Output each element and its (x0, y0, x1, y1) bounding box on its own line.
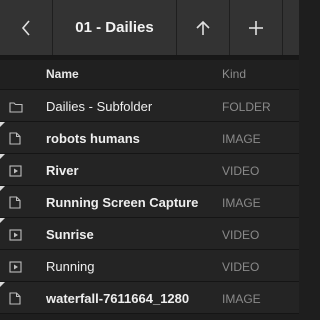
item-kind: FOLDER (222, 100, 271, 114)
column-name-header[interactable]: Name (46, 67, 79, 81)
list-item[interactable]: Sunrise VIDEO (0, 218, 299, 250)
corner-marker (0, 154, 5, 159)
image-file-icon (9, 292, 23, 305)
back-button[interactable] (0, 0, 53, 55)
corner-marker (0, 122, 5, 127)
more-button[interactable] (283, 0, 299, 55)
corner-marker (0, 186, 5, 191)
video-file-icon (9, 260, 23, 273)
video-file-icon (9, 228, 23, 241)
plus-icon (249, 20, 263, 35)
arrow-up-icon (196, 20, 210, 35)
item-name: Sunrise (46, 227, 94, 242)
item-kind: VIDEO (222, 228, 260, 242)
item-name: Dailies - Subfolder (46, 99, 153, 114)
sort-up-button[interactable] (177, 0, 230, 55)
file-list: Dailies - Subfolder FOLDER robots humans IM… (0, 90, 299, 314)
list-item[interactable]: River VIDEO (0, 154, 299, 186)
list-item[interactable]: waterfall-7611664_1280 IMAGE (0, 282, 299, 314)
column-kind-header[interactable]: Kind (222, 67, 246, 81)
list-item[interactable]: Dailies - Subfolder FOLDER (0, 90, 299, 122)
item-kind: IMAGE (222, 196, 261, 210)
item-name: Running Screen Capture (46, 195, 199, 210)
corner-marker (0, 218, 5, 223)
folder-title: 01 - Dailies (53, 0, 177, 55)
folder-icon (9, 100, 23, 113)
item-name: River (46, 163, 79, 178)
item-kind: IMAGE (222, 132, 261, 146)
list-item[interactable]: Running Screen Capture IMAGE (0, 186, 299, 218)
item-name: robots humans (46, 131, 140, 146)
list-item[interactable]: Running VIDEO (0, 250, 299, 282)
item-kind: VIDEO (222, 260, 260, 274)
add-button[interactable] (230, 0, 283, 55)
column-header: Name Kind (0, 60, 299, 90)
list-item[interactable]: robots humans IMAGE (0, 122, 299, 154)
item-kind: VIDEO (222, 164, 260, 178)
chevron-left-icon (21, 19, 30, 36)
item-name: waterfall-7611664_1280 (46, 291, 190, 306)
item-name: Running (46, 259, 95, 274)
top-toolbar: 01 - Dailies (0, 0, 299, 56)
video-file-icon (9, 164, 23, 177)
image-file-icon (9, 196, 23, 209)
image-file-icon (9, 132, 23, 145)
corner-marker (0, 282, 5, 287)
item-kind: IMAGE (222, 292, 261, 306)
